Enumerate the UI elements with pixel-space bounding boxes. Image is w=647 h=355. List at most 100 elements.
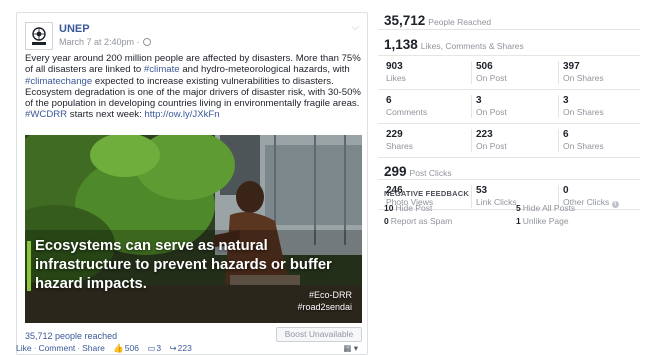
stat-value: 229: [386, 129, 403, 140]
post-clicks-label: Post Clicks: [409, 168, 452, 178]
people-reached-label: People Reached: [428, 17, 492, 27]
hashtag-wcdrr[interactable]: #WCDRR: [25, 109, 67, 120]
stat-value: 3: [563, 95, 569, 106]
engagement-label: Likes, Comments & Shares: [420, 41, 524, 51]
stat-label: On Shares: [563, 73, 604, 83]
chevron-down-icon: ▾: [353, 343, 358, 353]
like-link[interactable]: Like: [16, 343, 32, 353]
stat-label: On Post: [476, 73, 507, 83]
share-link[interactable]: Share: [82, 343, 105, 353]
image-tag-eco-drr: #Eco-DRR: [308, 290, 352, 300]
post-text-part: and hydro-meteorological hazards, with: [179, 64, 350, 76]
stat-cell: 6 Comments: [382, 95, 427, 118]
post-link[interactable]: http://ow.ly/JXkFn: [144, 109, 219, 120]
image-hashtags: #Eco-DRR #road2sendai: [297, 289, 352, 313]
page-icon: ▦: [343, 343, 352, 353]
comments-breakdown-row: 6 Comments 3 On Post 3 On Shares: [378, 90, 640, 124]
hashtag-climate[interactable]: #climate: [144, 64, 180, 75]
stat-label: Shares: [386, 141, 413, 151]
post-clicks-row: 299 Post Clicks: [378, 158, 640, 180]
negative-feedback-value: 1: [516, 216, 521, 226]
stat-value: 223: [476, 129, 493, 140]
negative-feedback-value: 10: [384, 203, 394, 213]
stat-value: 903: [386, 61, 403, 72]
likes-count-value: 506: [124, 343, 139, 353]
stat-cell: 53 Link Clicks: [471, 185, 517, 208]
stat-value: 53: [476, 185, 488, 196]
negative-feedback-label: Hide All Posts: [522, 203, 576, 213]
people-reached-row: 35,712 People Reached: [378, 8, 640, 30]
separator-dot: ·: [33, 343, 37, 353]
stat-cell: 223 On Post: [471, 129, 507, 152]
engagement-row: 1,138 Likes, Comments & Shares: [378, 30, 640, 56]
stat-cell: 506 On Post: [471, 61, 507, 84]
post-message: Every year around 200 million people are…: [25, 53, 363, 121]
globe-icon: [142, 38, 151, 46]
shares-count-value: 223: [177, 343, 192, 353]
comments-count[interactable]: ▭3: [147, 343, 161, 354]
chevron-down-icon[interactable]: ⌵: [351, 22, 359, 33]
stat-label: On Shares: [563, 107, 604, 117]
negative-feedback-item: 1 Unlike Page: [516, 216, 569, 226]
people-reached-value: 35,712: [384, 13, 426, 28]
stat-value: 397: [563, 61, 580, 72]
info-icon[interactable]: i: [611, 201, 619, 208]
negative-feedback-item: 0 Report as Spam: [384, 216, 452, 226]
post-timestamp[interactable]: March 7 at 2:40pm ·: [59, 37, 151, 47]
post-text-part: starts next week:: [67, 109, 145, 121]
negative-feedback-label: Hide Post: [395, 203, 433, 213]
stat-cell: 229 Shares: [382, 129, 413, 152]
negative-feedback-label: Report as Spam: [390, 216, 453, 226]
comment-icon: ▭: [147, 343, 156, 353]
facebook-post-insights: UNEP March 7 at 2:40pm · ⌵ Every year ar…: [0, 0, 647, 355]
boost-button[interactable]: Boost Unavailable: [276, 327, 362, 342]
negative-feedback-label: Unlike Page: [522, 216, 569, 226]
post-card: UNEP March 7 at 2:40pm · ⌵ Every year ar…: [16, 12, 368, 355]
negative-feedback-heading: NEGATIVE FEEDBACK: [384, 189, 469, 198]
image-headline-text: Ecosystems can serve as natural infrastr…: [35, 238, 332, 292]
stat-value: 506: [476, 61, 493, 72]
headline-accent-bar: [27, 241, 31, 291]
insights-panel: 35,712 People Reached 1,138 Likes, Comment…: [378, 8, 640, 210]
stat-value: 0: [563, 185, 569, 196]
stat-value: 6: [563, 129, 569, 140]
post-clicks-value: 299: [384, 164, 407, 179]
likes-count[interactable]: 👍506: [113, 343, 139, 354]
post-options[interactable]: ▦ ▾: [343, 343, 358, 354]
stat-cell: 903 Likes: [382, 61, 406, 84]
stat-cell: 397 On Shares: [558, 61, 604, 84]
post-actions: Like · Comment · Share 👍506 ▭3 ↪223 ▦ ▾: [16, 343, 364, 355]
avatar[interactable]: [25, 22, 53, 50]
timestamp-text: March 7 at 2:40pm ·: [59, 37, 140, 47]
stat-cell: 3 On Post: [471, 95, 507, 118]
likes-breakdown-row: 903 Likes 506 On Post 397 On Shares: [378, 56, 640, 90]
shares-breakdown-row: 229 Shares 223 On Post 6 On Shares: [378, 124, 640, 158]
stat-label: Link Clicks: [476, 197, 517, 207]
image-headline: Ecosystems can serve as natural infrastr…: [27, 237, 355, 294]
page-name[interactable]: UNEP: [59, 23, 90, 35]
negative-feedback-item: 10 Hide Post: [384, 203, 432, 213]
hashtag-climatechange[interactable]: #climatechange: [25, 76, 92, 87]
stat-label: On Shares: [563, 141, 604, 151]
negative-feedback-value: 5: [516, 203, 521, 213]
comment-link[interactable]: Comment: [38, 343, 75, 353]
un-emblem-icon: [32, 27, 46, 45]
stat-cell: 6 On Shares: [558, 129, 604, 152]
negative-feedback-item: 5 Hide All Posts: [516, 203, 575, 213]
stat-value: 6: [386, 95, 392, 106]
shares-count[interactable]: ↪223: [169, 343, 191, 354]
post-photo[interactable]: Ecosystems can serve as natural infrastr…: [25, 135, 362, 323]
share-icon: ↪: [169, 343, 177, 353]
thumbs-up-icon: 👍: [113, 343, 124, 353]
people-reached-link[interactable]: 35,712 people reached: [25, 331, 117, 341]
stat-label: On Post: [476, 107, 507, 117]
post-header: UNEP March 7 at 2:40pm · ⌵: [25, 22, 359, 54]
negative-feedback-value: 0: [384, 216, 389, 226]
image-tag-road2sendai: #road2sendai: [297, 302, 352, 312]
stat-label: Likes: [386, 73, 406, 83]
stat-label: On Post: [476, 141, 507, 151]
comments-count-value: 3: [156, 343, 162, 353]
stat-label: Comments: [386, 107, 428, 117]
stat-value: 3: [476, 95, 482, 106]
engagement-value: 1,138: [384, 37, 418, 52]
